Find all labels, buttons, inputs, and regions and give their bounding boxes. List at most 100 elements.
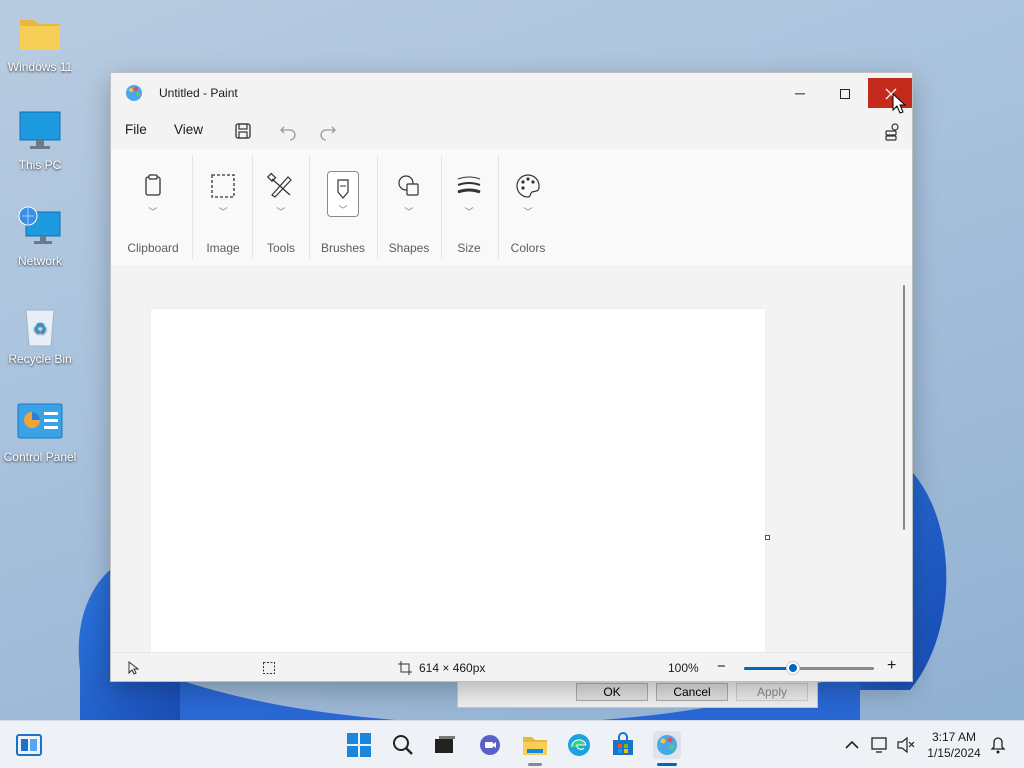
undo-button[interactable] — [276, 119, 300, 143]
desktop-icon-this-pc[interactable]: This PC — [0, 108, 80, 172]
ribbon-group-clipboard[interactable]: ﹀ Clipboard — [119, 149, 187, 267]
edge-button[interactable] — [565, 731, 593, 759]
save-button[interactable] — [231, 119, 255, 143]
menu-bar: File View — [111, 113, 912, 149]
close-button[interactable] — [868, 78, 912, 108]
title-bar[interactable]: Untitled - Paint ─ — [111, 73, 912, 113]
ribbon-group-brushes[interactable]: ﹀ Brushes — [311, 149, 375, 267]
ribbon-label: Clipboard — [127, 241, 179, 255]
chevron-down-icon: ﹀ — [404, 207, 414, 217]
network-status-button[interactable] — [870, 733, 890, 757]
svg-text:♻: ♻ — [33, 319, 47, 338]
zoom-slider-fill — [744, 667, 794, 670]
ribbon-group-size[interactable]: ﹀ Size — [441, 149, 497, 267]
brush-icon — [337, 179, 349, 199]
scrollbar-thumb[interactable] — [903, 285, 905, 530]
ribbon-label: Size — [457, 241, 481, 255]
save-icon — [235, 123, 251, 139]
widgets-button[interactable] — [15, 731, 43, 759]
chevron-down-icon: ﹀ — [523, 207, 533, 217]
clock[interactable]: 3:17 AM 1/15/2024 — [920, 729, 988, 761]
ok-button[interactable]: OK — [576, 683, 648, 701]
desktop-icon-recycle-bin[interactable]: ♻ Recycle Bin — [0, 302, 80, 366]
network-icon — [16, 204, 64, 252]
canvas-resize-handle[interactable] — [765, 535, 770, 540]
minimize-icon: ─ — [795, 85, 805, 101]
store-button[interactable] — [609, 731, 637, 759]
desktop-icon-label: Recycle Bin — [8, 352, 72, 366]
chat-button[interactable] — [476, 731, 504, 759]
drawing-canvas[interactable] — [151, 309, 765, 652]
canvas-size-icon — [398, 661, 412, 678]
ribbon-group-colors[interactable]: ﹀ Colors — [499, 149, 557, 267]
edge-icon — [568, 734, 590, 756]
widgets-icon — [16, 734, 42, 756]
chevron-up-icon — [845, 740, 859, 749]
zoom-out-button[interactable]: − — [717, 658, 726, 675]
mouse-cursor-icon — [892, 93, 906, 114]
file-explorer-button[interactable] — [521, 731, 549, 759]
ribbon-group-image[interactable]: ﹀ Image — [195, 149, 251, 267]
line-size-icon — [454, 171, 484, 201]
zoom-slider[interactable] — [744, 662, 874, 674]
paint-palette-icon — [657, 735, 677, 755]
desktop-icon-label: Windows 11 — [7, 60, 73, 74]
volume-muted-icon — [897, 736, 915, 754]
desktop-icon-label: Network — [17, 254, 62, 268]
clipboard-icon — [138, 171, 168, 201]
zoom-in-button[interactable]: + — [887, 657, 896, 675]
notifications-button[interactable] — [988, 733, 1008, 757]
monitor-icon — [16, 108, 64, 156]
clock-date: 1/15/2024 — [927, 746, 981, 760]
active-indicator — [657, 763, 677, 766]
start-button[interactable] — [345, 731, 373, 759]
folder-icon — [16, 10, 64, 58]
taskbar: 3:17 AM 1/15/2024 — [0, 720, 1024, 768]
desktop-icon-windows11[interactable]: Windows 11 — [0, 10, 80, 74]
apply-button[interactable]: Apply — [736, 683, 808, 701]
cancel-button[interactable]: Cancel — [656, 683, 728, 701]
desktop-icon-network[interactable]: Network — [0, 204, 80, 268]
chevron-down-icon: ﹀ — [276, 207, 286, 217]
clock-time: 3:17 AM — [931, 730, 977, 744]
layers-icon — [885, 123, 899, 141]
menu-file[interactable]: File — [125, 122, 147, 137]
undo-icon — [280, 126, 296, 141]
layers-button[interactable] — [881, 119, 905, 143]
maximize-icon — [840, 89, 850, 100]
ribbon-label: Brushes — [320, 241, 366, 255]
brush-selected: ﹀ — [327, 171, 359, 217]
zoom-level: 100% — [668, 661, 699, 675]
show-hidden-icons-button[interactable] — [840, 733, 864, 757]
control-panel-icon — [16, 400, 64, 448]
network-icon — [871, 737, 887, 753]
store-icon — [613, 732, 633, 755]
vertical-scrollbar[interactable] — [901, 267, 912, 652]
ribbon-group-tools[interactable]: ﹀ Tools — [253, 149, 309, 267]
pointer-position-icon — [127, 660, 140, 678]
desktop-icon-control-panel[interactable]: Control Panel — [0, 400, 80, 464]
task-view-icon — [435, 736, 455, 753]
notification-icon — [990, 737, 1006, 754]
ribbon: ﹀ Clipboard ﹀ Image ﹀ Tools ﹀ Brushes ﹀ … — [111, 149, 912, 267]
redo-button[interactable] — [316, 119, 340, 143]
search-button[interactable] — [389, 731, 417, 759]
redo-icon — [320, 126, 336, 141]
ribbon-group-shapes[interactable]: ﹀ Shapes — [377, 149, 441, 267]
task-view-button[interactable] — [431, 731, 459, 759]
chevron-down-icon: ﹀ — [148, 207, 158, 217]
status-bar: 614 × 460px 100% − + — [111, 652, 912, 681]
volume-button[interactable] — [896, 733, 916, 757]
selection-size-icon — [262, 661, 276, 678]
maximize-button[interactable] — [822, 78, 868, 108]
zoom-slider-knob[interactable] — [787, 662, 800, 674]
paint-taskbar-button[interactable] — [653, 731, 681, 759]
recycle-bin-icon: ♻ — [16, 302, 64, 350]
minimize-button[interactable]: ─ — [777, 78, 823, 108]
menu-view[interactable]: View — [174, 122, 203, 137]
chevron-down-icon: ﹀ — [464, 207, 474, 217]
ribbon-divider — [192, 155, 193, 259]
windows-logo-icon — [347, 733, 371, 757]
pencil-eraser-icon — [266, 171, 296, 201]
canvas-size-text: 614 × 460px — [419, 661, 486, 675]
